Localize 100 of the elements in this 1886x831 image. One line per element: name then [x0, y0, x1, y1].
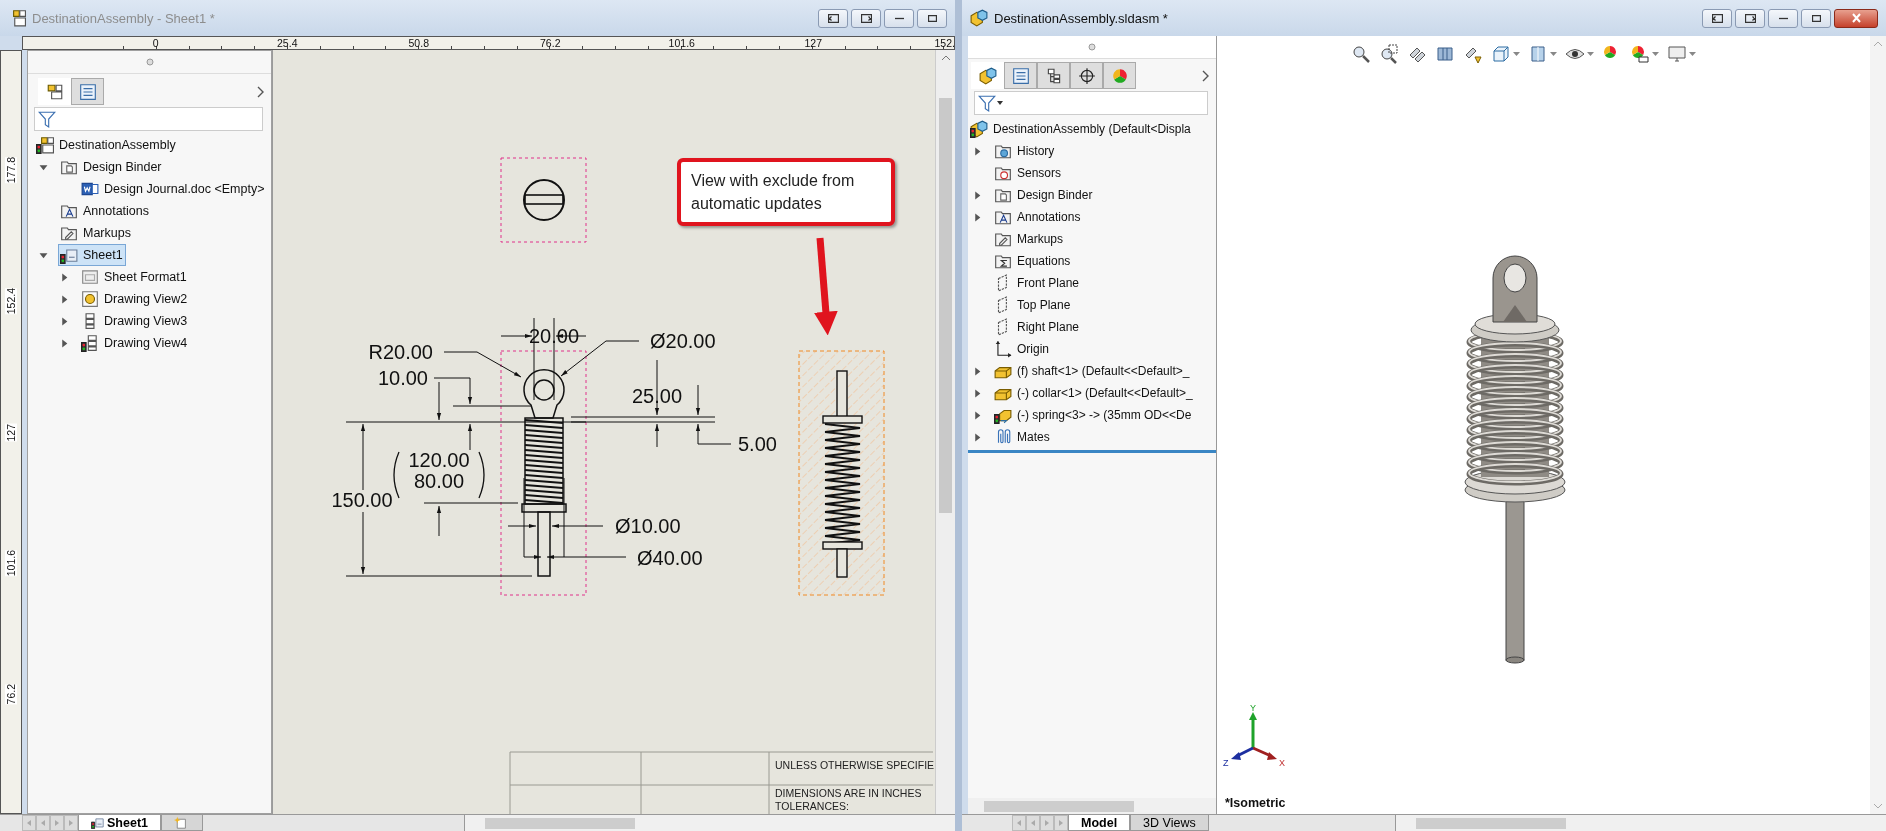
dimension-label[interactable]: Ø40.00: [637, 547, 703, 569]
tree-item[interactable]: (f) shaft<1> (Default<<Default>_: [992, 360, 1193, 382]
collapse-arrow-icon[interactable]: [39, 162, 48, 172]
add-sheet-tab[interactable]: [161, 815, 203, 831]
tile-left-button[interactable]: [818, 8, 848, 28]
expand-arrow-icon[interactable]: [973, 410, 982, 420]
expand-arrow-icon[interactable]: [973, 366, 982, 376]
zoom-area-icon: [1379, 44, 1399, 64]
maximize-button[interactable]: [917, 8, 947, 28]
tree-item[interactable]: Origin: [992, 338, 1052, 360]
dimension-label[interactable]: 150.00: [331, 489, 393, 511]
tree-item[interactable]: Drawing View2: [79, 288, 191, 310]
filter-field[interactable]: [974, 91, 1208, 115]
expand-arrow-icon[interactable]: [973, 388, 982, 398]
caret-icon: [1689, 52, 1696, 56]
tree-item[interactable]: Annotations: [992, 206, 1084, 228]
dimension-label[interactable]: 10.00: [377, 367, 428, 389]
dimension-label[interactable]: R20.00: [368, 341, 433, 363]
vertical-scrollbar[interactable]: [935, 50, 955, 814]
tile-right-button[interactable]: [851, 8, 881, 28]
tree-item[interactable]: Sheet1: [58, 244, 126, 266]
tree-item[interactable]: Front Plane: [992, 272, 1083, 294]
panel-tab[interactable]: [1004, 62, 1037, 89]
dimension-label[interactable]: 80.00: [413, 470, 465, 492]
chevron-right-icon[interactable]: [255, 84, 265, 99]
panel-tab[interactable]: [71, 78, 104, 105]
tree-item[interactable]: Markups: [58, 222, 134, 244]
dimension-label[interactable]: 120.00: [408, 449, 470, 471]
color-wheel-icon: [1110, 66, 1129, 85]
tree-item[interactable]: Equations: [992, 250, 1074, 272]
dimension-label[interactable]: 20.00: [528, 325, 580, 347]
tree-item[interactable]: Annotations: [58, 200, 153, 222]
dimension-label[interactable]: Ø10.00: [615, 515, 681, 537]
tile-left-button[interactable]: [1702, 8, 1732, 28]
collapse-arrow-icon[interactable]: [39, 250, 48, 260]
tree-item[interactable]: Top Plane: [992, 294, 1074, 316]
panel-grip-icon[interactable]: [1088, 43, 1096, 51]
panel-tab[interactable]: [1037, 62, 1070, 89]
ruler-label: 127: [5, 423, 17, 442]
ruler-label: 50.8: [407, 37, 430, 49]
expand-arrow-icon[interactable]: [60, 272, 69, 282]
expand-arrow-icon[interactable]: [973, 190, 982, 200]
expand-arrow-icon[interactable]: [973, 432, 982, 442]
shaded-box-icon: [1528, 44, 1548, 64]
expand-arrow-icon[interactable]: [60, 316, 69, 326]
tree-item[interactable]: DestinationAssembly (Default<Displa: [968, 118, 1194, 140]
expand-arrow-icon[interactable]: [973, 146, 982, 156]
tree-item[interactable]: Drawing View4: [79, 332, 191, 354]
view-tab[interactable]: 3D Views: [1130, 815, 1209, 831]
filter-field[interactable]: [34, 107, 263, 131]
caret-icon: [1587, 52, 1594, 56]
expand-arrow-icon[interactable]: [973, 212, 982, 222]
horizontal-scrollbar[interactable]: [968, 798, 1216, 814]
panel-tab[interactable]: [1070, 62, 1103, 89]
folder-icon: [994, 186, 1012, 204]
tree-item[interactable]: Sensors: [992, 162, 1065, 184]
ruler-label: 76.2: [5, 684, 17, 705]
scrollbar-thumb[interactable]: [984, 800, 1134, 812]
maximize-button[interactable]: [1801, 8, 1831, 28]
expand-arrow-icon[interactable]: [60, 338, 69, 348]
panel-grip-icon[interactable]: [145, 58, 154, 66]
tree-item[interactable]: Design Binder: [58, 156, 165, 178]
sheet-tab[interactable]: Sheet1: [78, 815, 161, 831]
scrollbar-thumb[interactable]: [485, 817, 635, 829]
view-frame[interactable]: [500, 157, 587, 243]
tree-item[interactable]: Sheet Format1: [79, 266, 190, 288]
tree-item[interactable]: (-) collar<1> (Default<<Default>_: [992, 382, 1196, 404]
chevron-right-icon[interactable]: [1200, 68, 1210, 83]
crosshair-icon: [1077, 66, 1096, 85]
scrollbar-thumb[interactable]: [1416, 817, 1566, 829]
horizontal-scrollbar[interactable]: [1395, 815, 1886, 831]
dimension-label[interactable]: 5.00: [738, 433, 777, 455]
dimension-label[interactable]: 25.00: [631, 385, 683, 407]
scroll-up-icon[interactable]: [940, 54, 951, 62]
horizontal-scrollbar[interactable]: [464, 815, 955, 831]
tree-item[interactable]: Design Journal.doc <Empty>: [79, 178, 268, 200]
assembly-icon: [970, 9, 988, 27]
tree-item[interactable]: Right Plane: [992, 316, 1083, 338]
property-list-icon: [78, 82, 97, 101]
view-frame[interactable]: [500, 350, 587, 596]
tree-item[interactable]: (-) spring<3> -> (35mm OD<<De: [992, 404, 1195, 426]
view-orientation-label: *Isometric: [1225, 796, 1286, 810]
expand-arrow-icon[interactable]: [60, 294, 69, 304]
tree-item[interactable]: Drawing View3: [79, 310, 191, 332]
tree-item[interactable]: Markups: [992, 228, 1066, 250]
tile-right-icon: [860, 13, 872, 23]
dimension-label[interactable]: Ø20.00: [650, 330, 716, 352]
history-folder-icon: [994, 142, 1012, 160]
scrollbar-thumb[interactable]: [939, 98, 952, 513]
tree-item[interactable]: Design Binder: [992, 184, 1096, 206]
tree-item[interactable]: DestinationAssembly: [34, 134, 179, 156]
tree-item[interactable]: Mates: [992, 426, 1053, 448]
tree-item[interactable]: History: [992, 140, 1058, 162]
assembly-tree-icon: [978, 66, 997, 85]
title-block-text: DIMENSIONS ARE IN INCHES: [775, 787, 922, 799]
close-button[interactable]: [1834, 8, 1878, 28]
ruler-label: 127: [803, 37, 823, 49]
view-tab[interactable]: Model: [1068, 815, 1131, 831]
tile-right-button[interactable]: [1735, 8, 1765, 28]
axis-label: Y: [1250, 703, 1256, 713]
